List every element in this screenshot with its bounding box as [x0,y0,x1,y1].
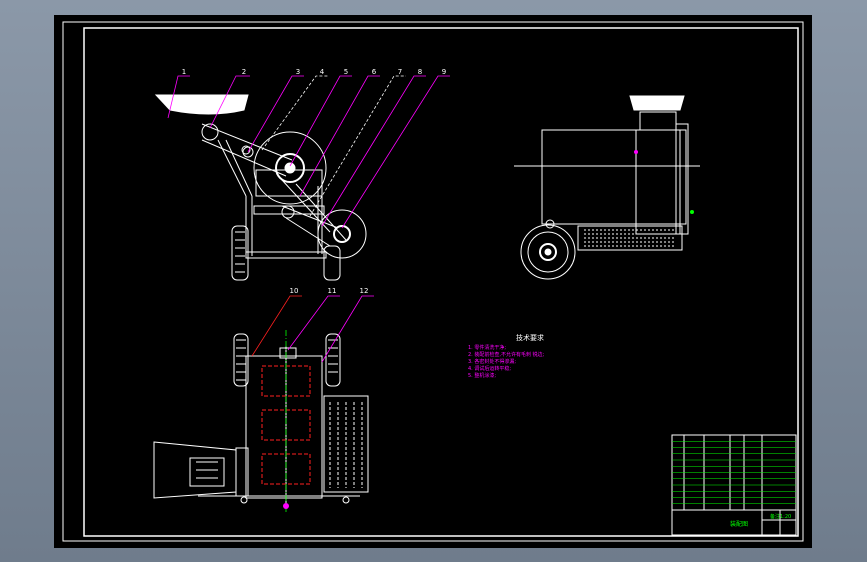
balloon-12: 12 [360,287,369,295]
balloon-6: 6 [372,68,377,76]
balloon-4: 4 [320,68,325,76]
tech-line-5: 5. 整机涂漆; [468,372,496,379]
tech-title: 技术要求 [516,333,544,342]
balloon-11: 11 [328,287,337,295]
balloon-5: 5 [344,68,348,76]
cad-viewport[interactable]: 技术要求 1. 零件清洗干净; 2. 装配前检查,不允许有毛刺 锐边; 3. 各… [0,0,867,562]
balloon-9: 9 [442,68,446,76]
title-block-remark: 备注 [770,513,780,520]
balloon-10: 10 [290,287,299,295]
balloon-3: 3 [296,68,300,76]
tech-line-2: 2. 装配前检查,不允许有毛刺 锐边; [468,351,545,358]
drawing-scale: 1:20 [780,514,791,520]
tech-line-3: 3. 各密封处不得渗漏; [468,358,516,365]
tech-line-4: 4. 调试后运转平稳; [468,365,511,372]
assembly-drawing: 技术要求 1. 零件清洗干净; 2. 装配前检查,不允许有毛刺 锐边; 3. 各… [54,15,812,548]
drawing-name: 装配图 [730,520,748,528]
balloon-1: 1 [182,68,186,76]
tech-line-1: 1. 零件清洗干净; [468,344,506,351]
balloon-7: 7 [398,68,402,76]
balloon-8: 8 [418,68,422,76]
balloon-2: 2 [242,68,246,76]
